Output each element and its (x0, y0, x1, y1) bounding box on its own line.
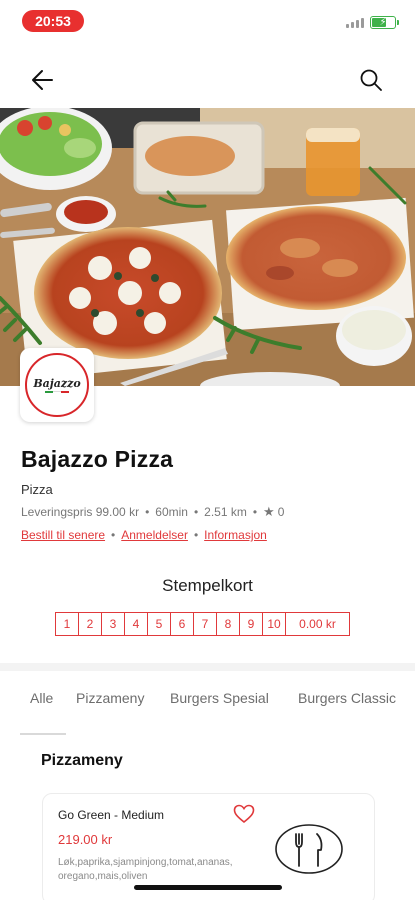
heart-icon (233, 804, 255, 824)
separator-dot: • (193, 505, 199, 519)
search-icon (360, 69, 382, 91)
category-tabs: Alle Pizzameny Burgers Spesial Burgers C… (0, 672, 415, 734)
delivery-time: 60min (155, 505, 188, 519)
order-later-link[interactable]: Bestill til senere (21, 528, 105, 542)
battery-tip (397, 20, 399, 25)
cutlery-icon (275, 824, 343, 874)
stamp-cell: 3 (101, 612, 125, 636)
stamp-total: 0.00 kr (285, 612, 350, 636)
status-time: 20:53 (22, 10, 84, 32)
signal-icon (346, 18, 364, 28)
restaurant-info: Bajazzo Pizza Pizza Leveringspris 99.00 … (21, 446, 401, 542)
tab-alle[interactable]: Alle (30, 690, 53, 706)
menu-item-description: Løk,paprika,sjampinjong,tomat,ananas, or… (58, 857, 233, 882)
stamp-cell: 6 (170, 612, 194, 636)
stamp-cell: 10 (262, 612, 286, 636)
top-nav (0, 58, 415, 102)
menu-item-card[interactable]: Go Green - Medium 219.00 kr Løk,paprika,… (42, 793, 375, 900)
reviews-link[interactable]: Anmeldelser (121, 528, 188, 542)
tab-burgers-classic[interactable]: Burgers Classic (298, 690, 396, 706)
favorite-button[interactable] (233, 804, 255, 824)
tab-burgers-spesial[interactable]: Burgers Spesial (170, 690, 269, 706)
restaurant-links: Bestill til senere • Anmeldelser • Infor… (21, 528, 401, 542)
status-bar: 20:53 ⚡ (0, 0, 415, 44)
rating-value: 0 (277, 505, 285, 519)
menu-item-name: Go Green - Medium (58, 808, 165, 822)
delivery-price: Leveringspris 99.00 kr (21, 505, 140, 519)
stamp-cell: 9 (239, 612, 263, 636)
back-button[interactable] (28, 66, 58, 94)
hero-image (0, 108, 415, 386)
cutlery-placeholder (273, 822, 345, 876)
restaurant-logo: Bajazzo (20, 348, 94, 422)
stamp-card-title: Stempelkort (162, 576, 253, 595)
stamp-cell: 5 (147, 612, 171, 636)
info-link[interactable]: Informasjon (204, 528, 267, 542)
separator-dot: • (145, 505, 150, 519)
search-button[interactable] (356, 66, 386, 94)
restaurant-name: Bajazzo Pizza (21, 446, 174, 472)
logo-text: Bajazzo (33, 377, 81, 390)
section-divider (0, 663, 415, 671)
active-tab-indicator (20, 733, 66, 735)
distance: 2.51 km (204, 505, 247, 519)
stamp-cell: 7 (193, 612, 217, 636)
section-title: Pizzameny (41, 752, 123, 769)
separator-dot: • (111, 528, 116, 542)
battery-icon: ⚡ (370, 16, 396, 29)
separator-dot: • (193, 528, 199, 542)
stamp-cell: 2 (78, 612, 102, 636)
tab-pizzameny[interactable]: Pizzameny (76, 690, 144, 706)
stamp-card: 1 2 3 4 5 6 7 8 9 10 0.00 kr (55, 612, 350, 636)
logo-flag-stripe (45, 391, 69, 393)
logo-badge: Bajazzo (25, 353, 89, 417)
restaurant-meta: Leveringspris 99.00 kr • 60min • 2.51 km… (21, 504, 401, 520)
menu-item-price: 219.00 kr (58, 832, 113, 847)
star-icon: ★ (263, 504, 275, 519)
arrow-left-icon (32, 70, 53, 90)
stamp-cell: 8 (216, 612, 240, 636)
home-indicator (134, 885, 282, 890)
stamp-cell: 1 (55, 612, 79, 636)
separator-dot: • (252, 505, 258, 519)
restaurant-category: Pizza (21, 482, 53, 497)
stamp-cell: 4 (124, 612, 148, 636)
